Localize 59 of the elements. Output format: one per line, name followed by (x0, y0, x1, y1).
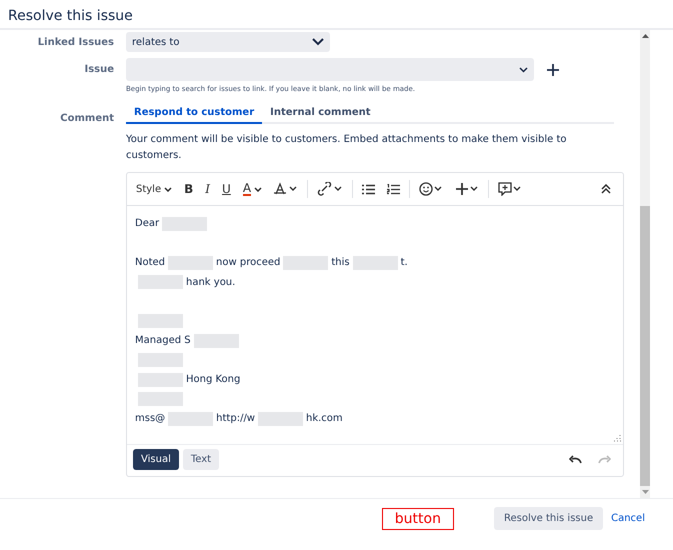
text-color-button[interactable]: A (240, 182, 266, 196)
redaction-block (168, 412, 214, 426)
dialog-title: Resolve this issue (0, 0, 673, 30)
redaction-block (138, 392, 183, 406)
comment-text: t. (400, 257, 408, 268)
redaction-block (138, 372, 183, 387)
field-label: Linked Issues (36, 36, 114, 48)
comment-tab[interactable]: Respond to customer (126, 107, 262, 124)
comment-text: Hong Kong (186, 374, 240, 386)
redaction-block (194, 334, 239, 348)
comment-text: Noted (135, 257, 166, 268)
comment-text: now proceed (216, 257, 280, 268)
comment-text: mss@ (135, 413, 166, 424)
resize-grip-icon[interactable] (614, 435, 621, 442)
visibility-notice: Your comment will be visible to customers. Embed attachments to make them visible to customers. (126, 133, 568, 163)
redaction-block (352, 256, 398, 270)
bold-button[interactable]: B (181, 182, 196, 196)
field-label: Comment (59, 113, 114, 124)
annotation-label: button (382, 508, 454, 530)
caret-icon (164, 186, 172, 192)
resolve-button[interactable]: Resolve this issue (494, 507, 604, 530)
add-icon[interactable] (547, 64, 559, 76)
insert-icon[interactable] (455, 182, 480, 196)
scrollbar[interactable] (640, 30, 650, 498)
link-type-select[interactable]: relates to (126, 32, 330, 52)
redaction-block (283, 256, 328, 270)
comment-tab[interactable]: Internal comment (262, 107, 379, 124)
collapse-icon[interactable] (601, 184, 611, 194)
cancel-link[interactable]: Cancel (611, 513, 645, 524)
redaction-block (168, 256, 214, 270)
comment-add-icon[interactable] (498, 182, 522, 196)
redaction-block (258, 412, 303, 426)
comment-editor[interactable]: Style B I U A Dear Noted now proceed this t. hank you. Managed S Hong Kong mss@ http://w hk.com Visual Text (126, 172, 624, 477)
redaction-block (138, 275, 183, 290)
emoji-icon[interactable] (419, 182, 444, 196)
editor-mode-tab[interactable]: Text (182, 449, 220, 470)
numbered-list-icon[interactable] (387, 184, 400, 194)
bullet-list-icon[interactable] (362, 184, 376, 194)
caret-icon (254, 186, 262, 192)
undo-icon[interactable] (569, 455, 582, 464)
comment-text: hank you. (186, 276, 236, 288)
comment-text: Dear (135, 218, 160, 230)
editor-mode-tab[interactable]: Visual (133, 449, 179, 470)
redaction-block (138, 314, 183, 328)
underline-button[interactable]: U (219, 182, 234, 196)
italic-button[interactable]: I (202, 182, 214, 196)
scroll-up-icon[interactable] (642, 34, 648, 38)
comment-text: hk.com (306, 413, 343, 424)
chevron-down-icon (519, 66, 528, 72)
link-icon[interactable] (317, 182, 344, 196)
comment-text: Managed S (135, 335, 191, 346)
redaction-block (138, 353, 183, 368)
clear-format-icon[interactable] (274, 182, 298, 196)
field-label: Issue (83, 64, 114, 75)
redaction-block (162, 216, 208, 231)
comment-text: this (331, 257, 350, 268)
comment-text: http://w (216, 413, 255, 424)
style-dropdown[interactable]: Style (133, 184, 176, 194)
chevron-down-icon (312, 38, 324, 46)
